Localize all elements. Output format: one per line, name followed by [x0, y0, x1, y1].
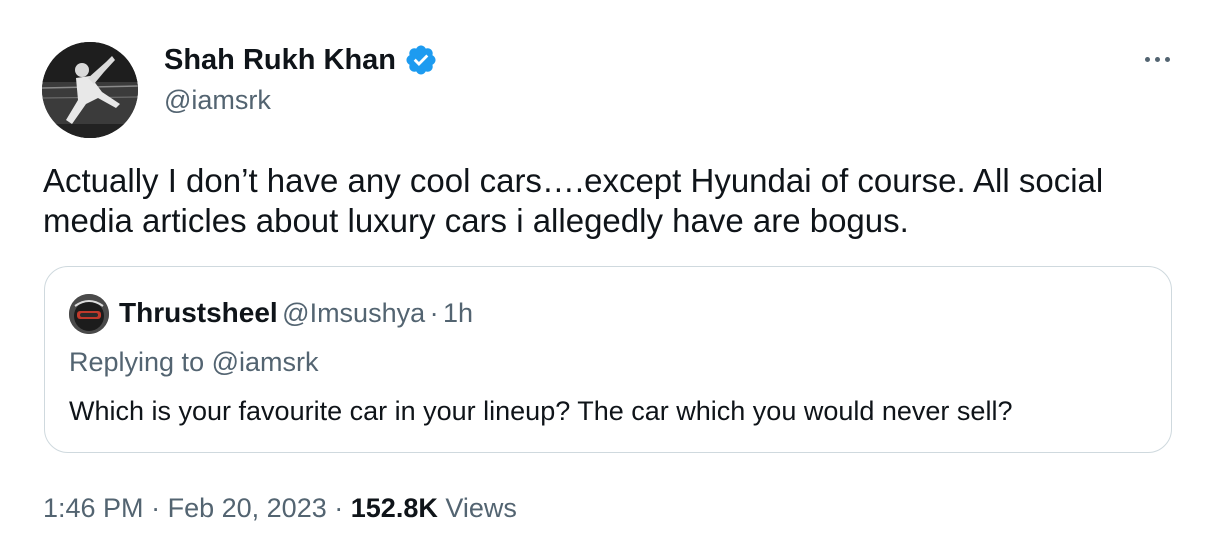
separator-dot: · [334, 493, 344, 523]
tweet-date[interactable]: Feb 20, 2023 [168, 493, 327, 523]
quoted-tweet-text: Which is your favourite car in your line… [69, 396, 1013, 426]
quoted-tweet-header: Thrustsheel @Imsushya · 1h [119, 294, 473, 337]
author-handle[interactable]: @iamsrk [164, 83, 271, 117]
more-options-button[interactable] [1138, 46, 1176, 72]
quoted-author-avatar[interactable] [69, 294, 109, 334]
helmet-avatar-icon [69, 294, 109, 334]
replying-to-label: Replying to @iamsrk [69, 347, 319, 377]
separator-dot: · [429, 298, 439, 328]
quoted-tweet[interactable]: Thrustsheel @Imsushya · 1h Replying to @… [44, 266, 1172, 453]
quoted-author-handle[interactable]: @Imsushya [282, 298, 425, 328]
tweet-text: Actually I don’t have any cool cars….exc… [43, 162, 1104, 239]
separator-dot: · [151, 493, 161, 523]
views-count: 152.8K [350, 493, 438, 523]
tweet-time[interactable]: 1:46 PM [43, 493, 144, 523]
more-horizontal-icon [1154, 56, 1160, 62]
tweet-metadata: 1:46 PM · Feb 20, 2023 · 152.8K Views [43, 490, 517, 526]
verified-badge-icon [406, 45, 436, 75]
views-label: Views [445, 493, 517, 523]
quoted-tweet-time[interactable]: 1h [443, 298, 473, 328]
profile-photo [42, 42, 138, 138]
author-display-name[interactable]: Shah Rukh Khan [164, 42, 396, 78]
tweet-card: Shah Rukh Khan @iamsrk Actually I don’t … [0, 0, 1210, 551]
quoted-author-name[interactable]: Thrustsheel [119, 297, 278, 328]
more-horizontal-icon [1164, 56, 1170, 62]
author-avatar[interactable] [42, 42, 138, 138]
more-horizontal-icon [1144, 56, 1150, 62]
